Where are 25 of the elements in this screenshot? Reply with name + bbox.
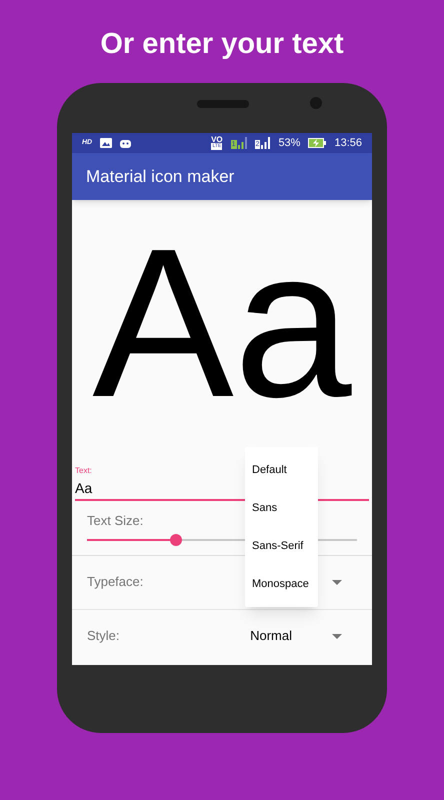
signal-icon — [261, 137, 270, 149]
preview-text: Aa — [92, 223, 352, 423]
image-icon — [100, 138, 112, 148]
menu-item[interactable]: Sans-Serif — [245, 538, 318, 554]
style-value[interactable]: Normal — [250, 626, 292, 646]
menu-item[interactable]: Monospace — [245, 576, 318, 592]
typeface-label: Typeface: — [87, 573, 144, 592]
menu-item[interactable]: Sans — [245, 500, 318, 516]
camera-lens — [310, 97, 322, 109]
robot-icon — [120, 138, 132, 148]
dropdown-arrow-icon[interactable] — [332, 634, 342, 638]
app-title: Material icon maker — [86, 166, 234, 188]
slider-thumb[interactable] — [170, 534, 182, 546]
menu-item[interactable]: Default — [245, 462, 318, 478]
field-label: Text: — [75, 466, 92, 476]
signal-icon — [238, 137, 247, 149]
style-label: Style: — [87, 627, 121, 646]
volte-indicator: VO — [211, 136, 223, 143]
headline: Or enter your text — [100, 27, 344, 62]
clock: 13:56 — [334, 136, 362, 151]
battery-charging-icon — [308, 138, 326, 148]
battery-percent: 53% — [278, 136, 300, 151]
dropdown-arrow-icon[interactable] — [332, 580, 342, 584]
speaker-grille — [197, 100, 249, 108]
text-size-label: Text Size: — [87, 512, 144, 530]
